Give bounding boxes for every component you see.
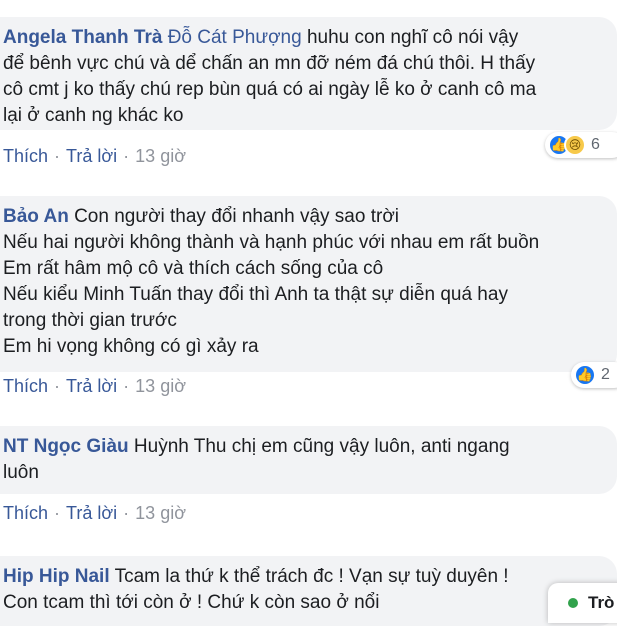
separator: · (123, 146, 130, 166)
separator: · (54, 503, 61, 523)
separator: · (123, 376, 130, 396)
comment-author[interactable]: NT Ngọc Giàu (3, 436, 129, 457)
comment-text: để bênh vực chú và dể chấn an mn đỡ ném … (3, 53, 536, 74)
reply-link[interactable]: Trả lời (66, 376, 117, 396)
like-link[interactable]: Thích (3, 376, 48, 396)
comment-text: lại ở canh ng khác ko (3, 105, 184, 126)
like-link[interactable]: Thích (3, 146, 48, 166)
chat-tab[interactable]: Trò (548, 583, 617, 623)
comment-text: Em rất hâm mộ cô và thích cách sống của … (3, 258, 384, 279)
reply-link[interactable]: Trả lời (66, 503, 117, 523)
comment-text: cô cmt j ko thấy chú rep bùn quá có ai n… (3, 79, 537, 100)
comment-bubble: Hip Hip Nail Tcam la thứ k thể trách đc … (0, 556, 617, 626)
comment-author[interactable]: Hip Hip Nail (3, 566, 110, 587)
comment-text: luôn (3, 462, 39, 483)
comment-bubble: NT Ngọc Giàu Huỳnh Thu chị em cũng vậy l… (0, 426, 617, 494)
comment-time[interactable]: 13 giờ (135, 376, 186, 396)
comment-text: Tcam la thứ k thể trách đc ! Vạn sự tuỳ … (114, 566, 509, 587)
comment-author[interactable]: Angela Thanh Trà (3, 27, 162, 48)
like-reaction-icon: 👍 (574, 364, 596, 386)
comment-mention[interactable]: Đỗ Cát Phượng (168, 27, 302, 48)
comment-text: Nếu kiểu Minh Tuấn thay đổi thì Anh ta t… (3, 284, 508, 305)
like-link[interactable]: Thích (3, 503, 48, 523)
comment-text: trong thời gian trước (3, 310, 177, 331)
comment-bubble: Angela Thanh Trà Đỗ Cát Phượng huhu con … (0, 17, 617, 130)
reaction-count: 6 (591, 136, 600, 153)
comment-text: Nếu hai người không thành và hạnh phúc v… (3, 232, 540, 253)
reply-link[interactable]: Trả lời (66, 146, 117, 166)
comment-actions: Thích · Trả lời · 13 giờ (3, 503, 186, 524)
reaction-count: 2 (601, 366, 610, 383)
separator: · (123, 503, 130, 523)
comment-bubble: Bảo An Con người thay đổi nhanh vậy sao … (0, 196, 617, 372)
comment-actions: Thích · Trả lời · 13 giờ (3, 146, 186, 167)
chat-label: Trò (588, 593, 615, 612)
comment-text: huhu con nghĩ cô nói vậy (306, 27, 519, 48)
comment-author[interactable]: Bảo An (3, 206, 69, 227)
comment-actions: Thích · Trả lời · 13 giờ (3, 376, 186, 397)
comment-time[interactable]: 13 giờ (135, 503, 186, 523)
comment-text: Em hi vọng không có gì xảy ra (3, 336, 259, 357)
reaction-summary[interactable]: 👍 2 (571, 362, 617, 388)
reaction-summary[interactable]: 👍 😢 6 (545, 132, 617, 158)
comment-time[interactable]: 13 giờ (135, 146, 186, 166)
separator: · (54, 376, 61, 396)
comment-text: Huỳnh Thu chị em cũng vậy luôn, anti nga… (133, 436, 510, 457)
separator: · (54, 146, 61, 166)
sad-reaction-icon: 😢 (564, 134, 586, 156)
comment-text: Con tcam thì tới còn ở ! Chứ k còn sao ở… (3, 592, 380, 613)
comment-text: Con người thay đổi nhanh vậy sao trời (74, 206, 400, 227)
online-status-icon (568, 598, 578, 608)
